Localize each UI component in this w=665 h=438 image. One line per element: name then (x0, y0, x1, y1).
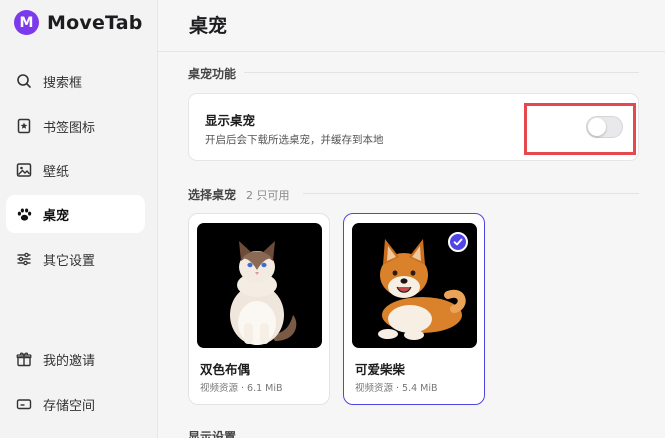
sidebar-item-bookmarks[interactable]: 书签图标 (6, 107, 145, 145)
toggle-knob (588, 118, 606, 136)
sidebar-item-label: 书签图标 (43, 120, 96, 136)
sidebar-item-label: 其它设置 (43, 253, 96, 269)
storage-icon (15, 395, 33, 413)
show-pet-description: 开启后会下载所选桌宠，并缓存到本地 (205, 134, 384, 146)
section-divider (303, 193, 639, 194)
section-title-display-settings: 显示设置 (188, 430, 237, 438)
sidebar-item-search[interactable]: 搜索框 (6, 62, 145, 100)
sliders-icon (15, 250, 33, 268)
main-content: 桌宠 桌宠功能 显示桌宠 开启后会下载所选桌宠，并缓存到本地 选择桌宠 2 只可用 (158, 0, 665, 438)
bookmark-icon (15, 117, 33, 135)
pet-card-ragdoll[interactable]: 双色布偶 视频资源 · 6.1 MiB (188, 213, 330, 405)
app-name: MoveTab (47, 11, 143, 34)
select-pet-label: 选择桌宠 (188, 188, 237, 202)
page-title: 桌宠 (189, 15, 228, 37)
paw-icon (15, 205, 33, 223)
sidebar-item-pet[interactable]: 桌宠 (6, 195, 145, 233)
sidebar-item-wallpaper[interactable]: 壁纸 (6, 151, 145, 189)
brand: M MoveTab (14, 10, 143, 35)
page-header: 桌宠 (158, 0, 665, 52)
section-title-pet-feature: 桌宠功能 (188, 67, 237, 81)
sidebar-item-label: 桌宠 (43, 208, 70, 224)
pet-image-ragdoll (197, 223, 322, 348)
gift-icon (15, 350, 33, 368)
show-pet-toggle[interactable] (586, 116, 623, 138)
sidebar-item-label: 存储空间 (43, 398, 96, 414)
sidebar: M MoveTab 搜索框 书签图标 壁纸 桌宠 其它设置 我的邀请 存储空间 (0, 0, 158, 438)
pet-card-shiba[interactable]: 可爱柴柴 视频资源 · 5.4 MiB (343, 213, 485, 405)
pet-name: 双色布偶 (200, 362, 251, 377)
section-title-select-pet: 选择桌宠 2 只可用 (188, 186, 290, 203)
selected-check-icon (448, 232, 468, 252)
sidebar-item-label: 壁纸 (43, 164, 70, 180)
sidebar-item-label: 我的邀请 (43, 353, 96, 369)
pet-meta: 视频资源 · 6.1 MiB (200, 383, 283, 394)
sidebar-item-other-settings[interactable]: 其它设置 (6, 240, 145, 278)
pet-name: 可爱柴柴 (355, 362, 406, 377)
sidebar-item-label: 搜索框 (43, 75, 83, 91)
section-divider (244, 72, 639, 73)
sidebar-item-invites[interactable]: 我的邀请 (6, 340, 145, 378)
pet-meta: 视频资源 · 5.4 MiB (355, 383, 438, 394)
sidebar-item-storage[interactable]: 存储空间 (6, 385, 145, 423)
available-count: 2 只可用 (246, 189, 290, 202)
image-icon (15, 161, 33, 179)
search-icon (15, 72, 33, 90)
show-pet-title: 显示桌宠 (205, 113, 256, 128)
app-logo: M (14, 10, 39, 35)
